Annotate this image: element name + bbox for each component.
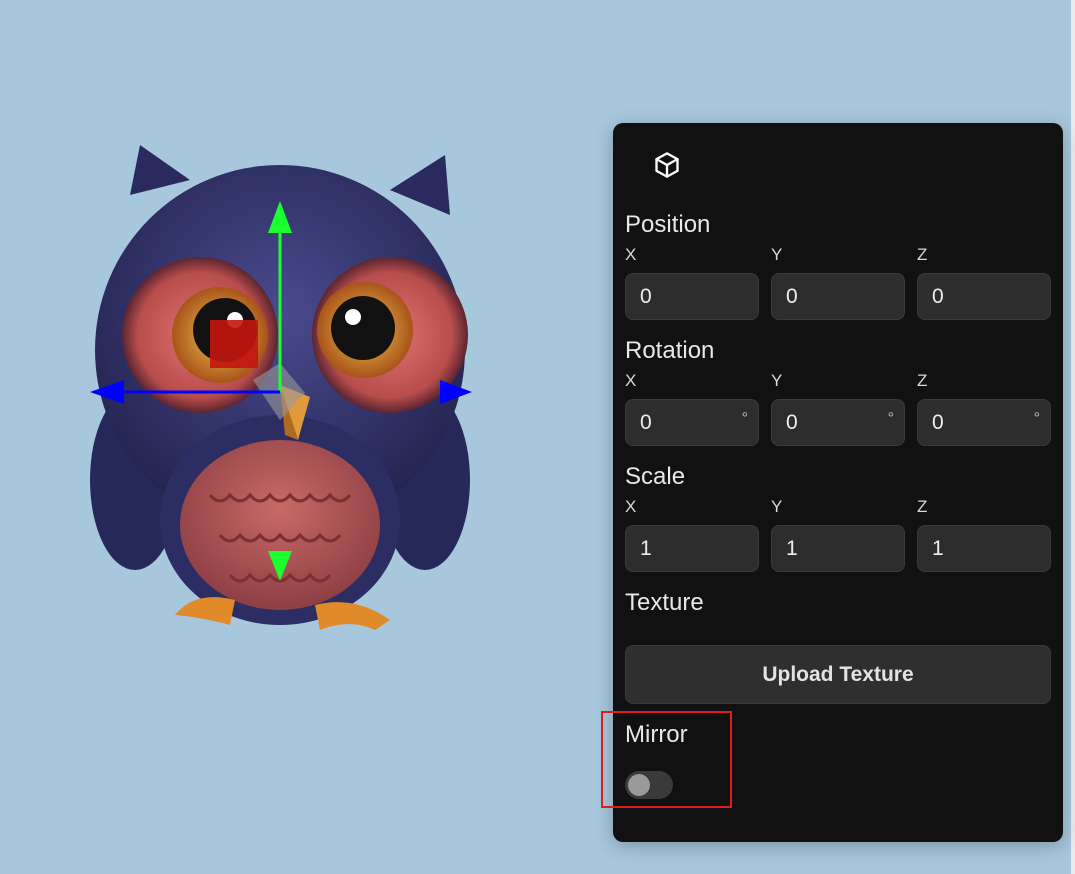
rotation-title: Rotation	[625, 337, 715, 364]
rotation-x-value: 0	[640, 410, 652, 434]
scale-x-input[interactable]: 1	[625, 525, 759, 572]
scale-x-label: X	[625, 497, 637, 516]
scale-title: Scale	[625, 463, 686, 490]
scale-y-value: 1	[786, 536, 798, 560]
degree-unit: °	[1033, 410, 1040, 427]
position-y-value: 0	[786, 284, 798, 308]
degree-unit: °	[741, 410, 748, 427]
upload-texture-button[interactable]: Upload Texture	[625, 645, 1051, 704]
scale-y-label: Y	[771, 497, 783, 516]
position-x-input[interactable]: 0	[625, 273, 759, 320]
rotation-z-input[interactable]: 0 °	[917, 399, 1051, 446]
highlight-box	[601, 711, 732, 808]
texture-title: Texture	[625, 589, 704, 616]
rotation-z-value: 0	[932, 410, 944, 434]
rotation-y-input[interactable]: 0 °	[771, 399, 905, 446]
scale-z-input[interactable]: 1	[917, 525, 1051, 572]
rotation-z-label: Z	[917, 371, 928, 390]
position-z-label: Z	[917, 245, 928, 264]
position-y-label: Y	[771, 245, 783, 264]
position-z-value: 0	[932, 284, 944, 308]
rotation-y-value: 0	[786, 410, 798, 434]
scale-z-label: Z	[917, 497, 928, 516]
owl-model[interactable]	[80, 135, 480, 655]
position-title: Position	[625, 211, 711, 238]
position-x-label: X	[625, 245, 637, 264]
cube-icon	[655, 152, 679, 178]
scale-z-value: 1	[932, 536, 944, 560]
position-x-value: 0	[640, 284, 652, 308]
scale-y-input[interactable]: 1	[771, 525, 905, 572]
degree-unit: °	[887, 410, 894, 427]
rotation-y-label: Y	[771, 371, 783, 390]
position-z-input[interactable]: 0	[917, 273, 1051, 320]
rotation-x-input[interactable]: 0 °	[625, 399, 759, 446]
position-y-input[interactable]: 0	[771, 273, 905, 320]
rotation-x-label: X	[625, 371, 637, 390]
window-edge	[1071, 0, 1075, 874]
scale-x-value: 1	[640, 536, 652, 560]
